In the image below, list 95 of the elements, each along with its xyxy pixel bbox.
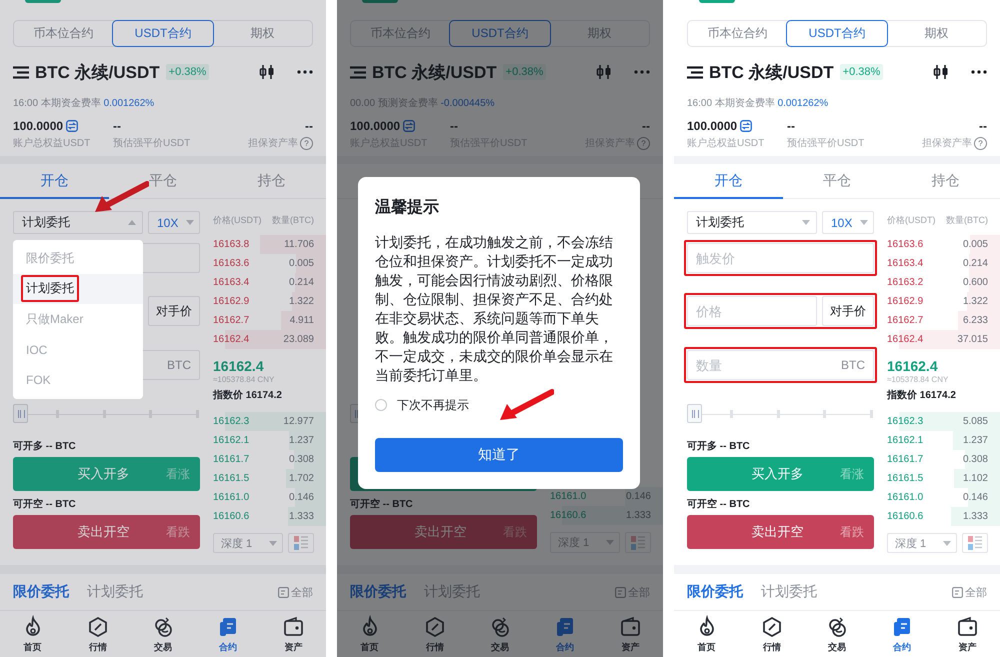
change-badge: +0.38% [502, 64, 546, 80]
ask-amount: 23.089 [283, 334, 314, 345]
stat-value: -- [979, 119, 987, 133]
short-available-text: 可开空 -- BTC [350, 498, 413, 511]
stat-value: -- [787, 119, 795, 133]
stat-label: 预估强平价USDT [113, 137, 190, 150]
symbol-title: BTC 永续/USDT [372, 62, 497, 84]
ask-price: 16162.9 [213, 296, 250, 307]
change-badge: +0.38% [840, 64, 884, 80]
stat-value: -- [450, 119, 458, 133]
ask-price: 16163.8 [213, 239, 250, 250]
bid-amount: 5.085 [962, 416, 988, 427]
bid-price: 16160.6 [213, 511, 250, 522]
ask-price: 16162.4 [213, 334, 250, 345]
bid-amount: 12.977 [283, 416, 314, 427]
bid-amount: 1.333 [962, 511, 988, 522]
bid-price: 16162.3 [213, 416, 250, 427]
bid-price: 16161.0 [887, 492, 924, 503]
stat-label: 账户总权益USDT [13, 136, 90, 150]
index-price: 指数价 16174.2 [887, 388, 957, 402]
index-price: 指数价 16174.2 [213, 388, 283, 402]
symbol-title: BTC 永续/USDT [709, 62, 834, 84]
unit-label: BTC [841, 358, 865, 372]
stat-label: 担保资产率 [248, 136, 298, 150]
bid-amount: 1.333 [288, 511, 314, 522]
bid-price: 16162.1 [213, 435, 250, 446]
bid-price: 16162.3 [887, 416, 924, 427]
ask-price: 16163.6 [887, 239, 924, 250]
stat-label: 担保资产率 [922, 136, 972, 150]
bid-price: 16161.0 [213, 492, 250, 503]
bid-amount: 0.146 [962, 492, 988, 503]
symbol-title: BTC 永续/USDT [35, 62, 160, 84]
funding-rate-text: 16:00 本期资金费率 0.001262% [13, 96, 156, 109]
ask-price: 16162.9 [887, 296, 924, 307]
long-available-text: 可开多 -- BTC [13, 440, 76, 453]
ask-amount: 0.214 [288, 277, 314, 288]
ask-price: 16162.7 [213, 315, 250, 326]
stat-value: -- [642, 119, 650, 133]
dialog-title: 温馨提示 [375, 198, 440, 217]
bid-amount: 0.308 [288, 454, 314, 465]
short-available-text: 可开空 -- BTC [13, 498, 76, 511]
bid-amount: 1.237 [288, 435, 314, 446]
bid-amount: 0.146 [626, 491, 651, 502]
bid-price: 16161.5 [887, 473, 924, 484]
column-header: 数量(BTC) [272, 214, 314, 226]
ask-price: 16163.2 [887, 277, 924, 288]
ask-amount: 37.015 [957, 334, 988, 345]
stat-value: 100.0000 [350, 119, 400, 133]
bid-price: 16161.7 [213, 454, 250, 465]
ask-amount: 11.706 [284, 239, 314, 250]
column-header: 数量(BTC) [946, 214, 988, 226]
stat-label: 预估强平价USDT [787, 137, 864, 150]
short-available-text: 可开空 -- BTC [687, 498, 750, 511]
funding-rate-text: 16:00 本期资金费率 0.001262% [687, 96, 830, 109]
stat-value: 100.0000 [687, 119, 738, 133]
ask-amount: 1.322 [962, 296, 988, 307]
column-header: 价格(USDT) [887, 214, 936, 226]
ask-price: 16163.4 [887, 258, 924, 269]
unit-label: BTC [167, 358, 191, 372]
bid-price: 16161.5 [213, 473, 250, 484]
ask-price: 16163.6 [213, 258, 250, 269]
ask-amount: 0.600 [962, 277, 988, 288]
stat-value: -- [305, 119, 313, 133]
bid-amount: 1.333 [626, 510, 651, 522]
stat-value: 100.0000 [13, 119, 64, 133]
bid-amount: 1.702 [288, 473, 314, 484]
stat-value: -- [113, 119, 121, 133]
cny-price: ≈105378.84 CNY [213, 375, 276, 385]
stat-label: 账户总权益USDT [687, 136, 764, 150]
bid-amount: 0.308 [962, 454, 988, 465]
last-price: 16162.4 [213, 358, 265, 375]
bid-amount: 0.146 [288, 492, 314, 503]
ask-amount: 4.911 [290, 315, 314, 326]
column-header: 价格(USDT) [213, 214, 262, 226]
bid-price: 16160.6 [887, 511, 924, 522]
ask-amount: 0.005 [962, 239, 988, 250]
bid-amount: 1.237 [962, 435, 988, 446]
cny-price: ≈105378.84 CNY [887, 375, 950, 385]
ask-price: 16162.4 [887, 334, 924, 345]
last-price: 16162.4 [887, 358, 939, 375]
ask-price: 16162.7 [887, 315, 924, 326]
change-badge: +0.38% [166, 64, 210, 80]
ask-amount: 1.322 [288, 296, 314, 307]
ask-amount: 0.214 [962, 258, 988, 269]
ask-amount: 6.233 [962, 315, 988, 326]
bid-price: 16162.1 [887, 435, 924, 446]
dialog-text: 计划委托，在成功触发之前，不会冻结仓位和担保资产。计划委托不一定成功触发，可能会因行情波动剧烈、价格限制、仓位限制、担保资产不足、合约处在非交易状态、系统问题等而下单失败。触发成功的限价单同普通限价单，不一定成交，未成交的限价单会显示在当前委托订单里。 [375, 233, 614, 385]
ask-amount: 0.005 [288, 258, 314, 269]
checkbox-label: 下次不再提示 [397, 396, 469, 414]
bid-price: 16161.0 [550, 491, 586, 502]
long-available-text: 可开多 -- BTC [687, 440, 750, 453]
bid-price: 16161.7 [887, 454, 924, 465]
bid-price: 16160.6 [550, 510, 586, 522]
bid-amount: 1.102 [962, 473, 988, 484]
ask-price: 16163.4 [213, 277, 250, 288]
